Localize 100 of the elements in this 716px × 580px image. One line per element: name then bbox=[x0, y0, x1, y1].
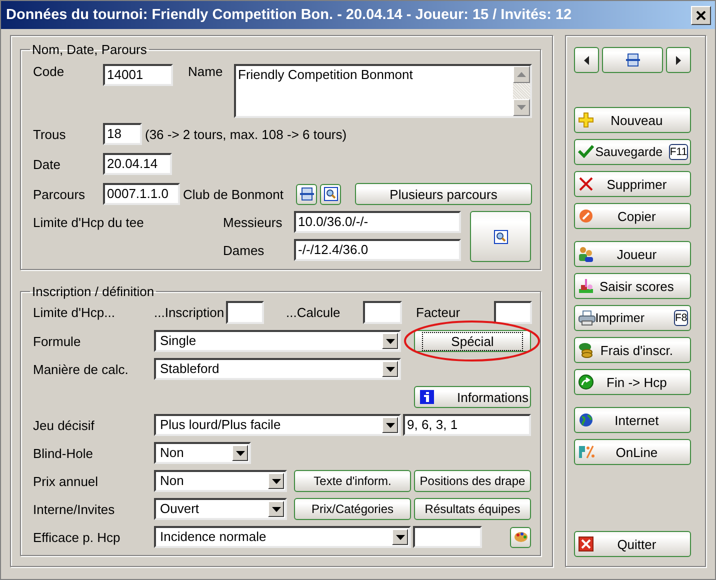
dropdown-field[interactable]: Incidence normale bbox=[154, 526, 411, 548]
men-limit-field[interactable]: 10.0/36.0/-/- bbox=[294, 211, 461, 233]
action-button[interactable]: Saisir scores bbox=[574, 273, 692, 299]
field-label: Blind-Hole bbox=[33, 446, 94, 460]
palette-icon bbox=[514, 531, 528, 543]
next-button[interactable] bbox=[666, 47, 692, 73]
previous-button[interactable] bbox=[574, 47, 600, 73]
women-limit-field[interactable]: -/-/12.4/36.0 bbox=[294, 239, 461, 261]
dropdown-field[interactable]: Stableford bbox=[154, 358, 401, 380]
action-button[interactable]: Sauvegarde F11 bbox=[574, 139, 692, 165]
course-field[interactable]: 0007.1.1.0 bbox=[103, 183, 180, 205]
courses-button[interactable]: Plusieurs parcours bbox=[355, 183, 532, 205]
left-arrow-icon bbox=[584, 56, 590, 64]
scores-icon bbox=[578, 278, 594, 294]
dropdown-button[interactable] bbox=[268, 473, 284, 489]
field-label: Facteur bbox=[416, 305, 462, 320]
shortcut-badge: F11 bbox=[668, 144, 688, 160]
down-arrow-icon bbox=[517, 105, 526, 110]
field-label: Dames bbox=[223, 242, 266, 258]
search-icon bbox=[324, 187, 338, 201]
club-name: Club de Bonmont bbox=[183, 186, 284, 202]
factor-field[interactable] bbox=[494, 301, 532, 324]
dropdown-button[interactable] bbox=[382, 333, 398, 349]
card-icon bbox=[626, 53, 640, 67]
dropdown-field[interactable]: Plus lourd/Plus facile bbox=[154, 414, 401, 436]
action-button[interactable]: Nouveau bbox=[574, 107, 692, 133]
field-label: Messieurs bbox=[223, 214, 284, 230]
vertical-scrollbar[interactable] bbox=[513, 66, 530, 116]
action-button[interactable]: Supprimer bbox=[574, 171, 692, 197]
calculation-field[interactable] bbox=[363, 301, 402, 324]
caret-icon bbox=[396, 534, 404, 540]
search-icon bbox=[494, 230, 508, 244]
field-label: Manière de calc. bbox=[33, 362, 130, 376]
action-button[interactable]: Fin -> Hcp bbox=[574, 369, 692, 395]
caret-icon bbox=[386, 366, 394, 372]
shortcut-badge: F8 bbox=[674, 310, 688, 326]
copy-icon bbox=[578, 208, 594, 224]
action-button[interactable]: Internet bbox=[574, 407, 692, 433]
option-button[interactable]: Prix/Catégories bbox=[294, 498, 411, 520]
field-label: Date bbox=[33, 156, 62, 172]
action-button[interactable]: Joueur bbox=[574, 241, 692, 267]
action-button[interactable]: Frais d'inscr. bbox=[574, 337, 692, 363]
field-label: ...Inscription bbox=[154, 305, 226, 320]
dropdown-field[interactable]: Ouvert bbox=[154, 498, 287, 520]
players-icon bbox=[578, 246, 594, 262]
card-button[interactable] bbox=[296, 184, 317, 204]
card-button[interactable] bbox=[602, 47, 664, 73]
option-button[interactable]: Positions des drape bbox=[414, 470, 531, 492]
up-arrow-icon bbox=[517, 72, 526, 77]
close-button[interactable] bbox=[691, 6, 711, 24]
date-field[interactable]: 20.04.14 bbox=[103, 153, 172, 175]
field-label: Efficace p. Hcp bbox=[33, 530, 122, 544]
dropdown-button[interactable] bbox=[382, 361, 398, 377]
action-button[interactable]: Copier bbox=[574, 203, 692, 229]
field-label: ...Calcule bbox=[286, 305, 342, 320]
field-label: Formule bbox=[33, 334, 82, 348]
group-title: Nom, Date, Parours bbox=[31, 42, 148, 57]
holes-field[interactable]: 18 bbox=[103, 123, 142, 145]
quit-button[interactable]: Quitter bbox=[574, 531, 692, 557]
field-label: Trous bbox=[33, 126, 67, 142]
field-label: Prix annuel bbox=[33, 474, 100, 488]
caret-icon bbox=[236, 450, 244, 456]
caret-icon bbox=[386, 338, 394, 344]
special-button[interactable]: Spécial bbox=[414, 330, 531, 352]
online-icon bbox=[578, 444, 596, 460]
group-title: Inscription / définition bbox=[31, 284, 156, 299]
name-field[interactable]: Friendly Competition Bonmont bbox=[234, 64, 532, 118]
info-button[interactable]: Informations bbox=[414, 386, 531, 408]
field-label: Parcours bbox=[33, 186, 86, 202]
dropdown-button[interactable] bbox=[392, 529, 408, 545]
field-label: Name bbox=[188, 64, 224, 79]
card-icon bbox=[300, 187, 314, 201]
value-field[interactable] bbox=[413, 526, 482, 548]
caret-icon bbox=[272, 506, 280, 512]
option-button[interactable]: Résultats équipes bbox=[414, 498, 531, 520]
dropdown-field[interactable]: Non bbox=[154, 470, 287, 492]
dropdown-field[interactable]: Non bbox=[154, 442, 251, 464]
action-button[interactable]: OnLine bbox=[574, 439, 692, 465]
plus-icon bbox=[578, 112, 594, 128]
search-button[interactable] bbox=[470, 211, 531, 262]
search-button[interactable] bbox=[320, 184, 341, 204]
field-label: Code bbox=[33, 64, 66, 79]
palette-button[interactable] bbox=[510, 526, 531, 548]
check-icon bbox=[578, 144, 594, 158]
action-button[interactable]: Imprimer F8 bbox=[574, 305, 692, 331]
quit-icon bbox=[578, 536, 594, 552]
code-field[interactable]: 14001 bbox=[103, 64, 173, 86]
dropdown-field[interactable]: Single bbox=[154, 330, 401, 352]
inscription-field[interactable] bbox=[226, 301, 264, 324]
info-icon bbox=[420, 390, 434, 404]
coins-icon bbox=[578, 342, 594, 358]
field-label: Limite d'Hcp... bbox=[33, 305, 116, 320]
holes-field[interactable]: 9, 6, 3, 1 bbox=[403, 414, 531, 436]
close-icon bbox=[696, 10, 706, 20]
dropdown-button[interactable] bbox=[232, 445, 248, 461]
dropdown-button[interactable] bbox=[268, 501, 284, 517]
dropdown-button[interactable] bbox=[382, 417, 398, 433]
caret-icon bbox=[272, 478, 280, 484]
field-label: Jeu décisif bbox=[33, 418, 96, 432]
option-button[interactable]: Texte d'inform. bbox=[294, 470, 411, 492]
